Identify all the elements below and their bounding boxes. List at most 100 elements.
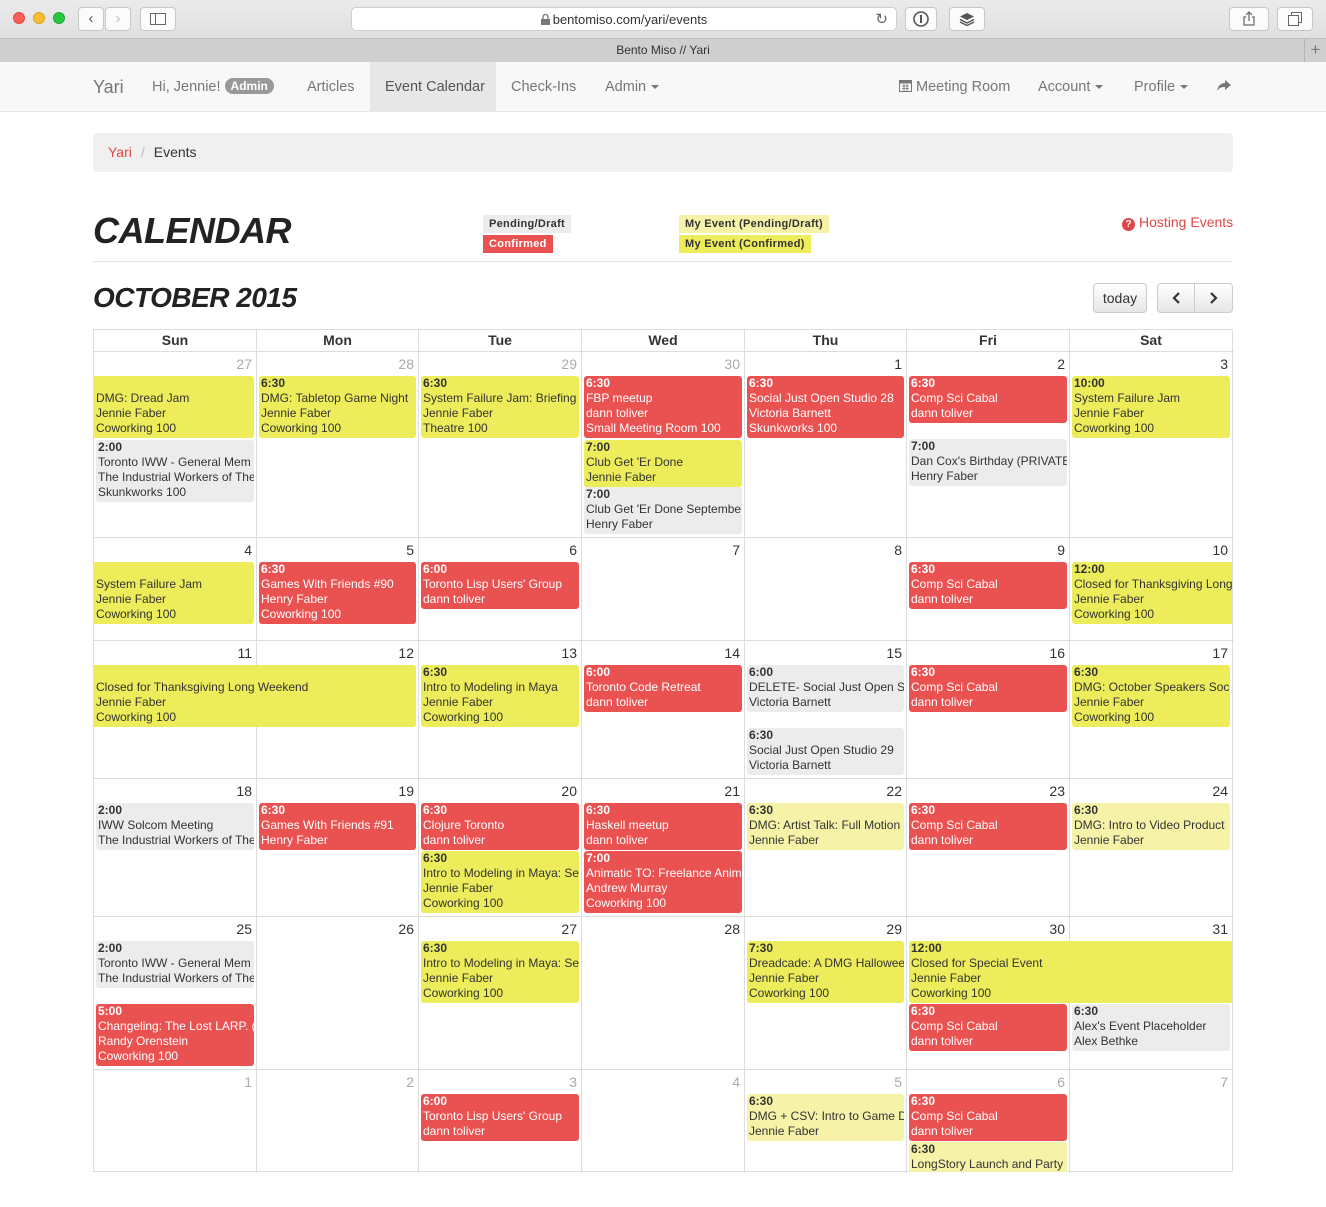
breadcrumb-home[interactable]: Yari (108, 144, 132, 160)
day-number[interactable]: 16 (907, 645, 1065, 661)
calendar-event[interactable]: 6:30 Comp Sci Cabal dann toliver (909, 1094, 1067, 1141)
calendar-event[interactable]: 7:00 Club Get 'Er Done Jennie Faber (584, 440, 742, 487)
tab-title[interactable]: Bento Miso // Yari (616, 43, 710, 57)
day-number[interactable]: 7 (1070, 1074, 1228, 1090)
layers-extension-button[interactable] (949, 7, 985, 31)
day-number[interactable]: 26 (257, 921, 414, 937)
calendar-event[interactable]: 7:30 Dreadcade: A DMG Hallowee Jennie Fabe… (747, 941, 904, 1003)
calendar-event[interactable]: 6:00 Toronto Code Retreat dann toliver (584, 665, 742, 712)
tabs-overview-button[interactable] (1277, 7, 1313, 31)
nav-event-calendar[interactable]: Event Calendar (370, 62, 496, 112)
calendar-event[interactable]: Closed for Thanksgiving Long Weekend Jenn… (94, 665, 416, 727)
calendar-event[interactable]: 6:30 Comp Sci Cabal dann toliver (909, 376, 1067, 423)
calendar-event[interactable]: 6:30 DMG: Artist Talk: Full Motion Jennie … (747, 803, 904, 850)
calendar-event[interactable]: 12:00 Closed for Special Event Jennie Fabe… (909, 941, 1232, 1003)
day-number[interactable]: 27 (419, 921, 577, 937)
calendar-event[interactable]: 6:30 System Failure Jam: Briefing Jennie F… (421, 376, 579, 438)
forward-button[interactable]: › (105, 7, 131, 31)
calendar-event[interactable]: 5:00 Changeling: The Lost LARP. (Randy Or… (96, 1004, 254, 1066)
nav-account-dropdown[interactable]: Account (1038, 62, 1104, 112)
calendar-event[interactable]: 6:30 DMG: Intro to Video Product Jennie Fa… (1072, 803, 1230, 850)
calendar-event[interactable]: 6:00 DELETE- Social Just Open St Victoria … (747, 665, 904, 712)
nav-profile-dropdown[interactable]: Profile (1134, 62, 1189, 112)
brand-link[interactable]: Yari (93, 62, 124, 112)
calendar-event[interactable]: 7:00 Animatic TO: Freelance Anim Andrew Mu… (584, 851, 742, 913)
calendar-event[interactable]: 6:30 DMG: October Speakers Soci Jennie Fab… (1072, 665, 1230, 727)
day-number[interactable]: 2 (257, 1074, 414, 1090)
calendar-event[interactable]: 12:00 Closed for Thanksgiving Long Jennie … (1072, 562, 1232, 624)
zoom-window-button[interactable] (53, 12, 65, 24)
day-number[interactable]: 21 (582, 783, 740, 799)
day-number[interactable]: 30 (582, 356, 740, 372)
day-number[interactable]: 29 (745, 921, 902, 937)
calendar-event[interactable]: 6:30 Games With Friends #90 Henry Faber Cow… (259, 562, 416, 624)
calendar-event[interactable]: 6:30 Haskell meetup dann toliver (584, 803, 742, 850)
day-number[interactable]: 24 (1070, 783, 1228, 799)
password-button[interactable] (905, 7, 937, 31)
calendar-event[interactable]: 2:00 Toronto IWW - General Mem The Industr… (96, 440, 254, 502)
calendar-event[interactable]: 6:30 Clojure Toronto dann toliver (421, 803, 579, 850)
hosting-events-link[interactable]: ? Hosting Events (1122, 214, 1233, 231)
calendar-event[interactable]: 6:00 Toronto Lisp Users' Group dann tolive… (421, 1094, 579, 1141)
calendar-event[interactable]: 6:30 LongStory Launch and Party (909, 1142, 1067, 1172)
day-number[interactable]: 22 (745, 783, 902, 799)
address-bar[interactable]: bentomiso.com/yari/events ↻ (351, 7, 897, 31)
sidebar-toggle-button[interactable] (140, 7, 176, 31)
calendar-event[interactable]: 6:30 Comp Sci Cabal dann toliver (909, 803, 1067, 850)
day-number[interactable]: 18 (94, 783, 252, 799)
day-number[interactable]: 19 (257, 783, 414, 799)
day-number[interactable]: 23 (907, 783, 1065, 799)
day-number[interactable]: 25 (94, 921, 252, 937)
day-number[interactable]: 6 (419, 542, 577, 558)
day-number[interactable]: 28 (257, 356, 414, 372)
day-number[interactable]: 4 (94, 542, 252, 558)
nav-articles[interactable]: Articles (307, 62, 355, 112)
nav-admin-dropdown[interactable]: Admin (605, 62, 660, 112)
calendar-event[interactable]: 6:30 Intro to Modeling in Maya Jennie Fabe… (421, 665, 579, 727)
calendar-event[interactable]: 10:00 System Failure Jam Jennie Faber Cowor… (1072, 376, 1230, 438)
calendar-event[interactable]: 6:30 DMG + CSV: Intro to Game D Jennie Fab… (747, 1094, 904, 1141)
calendar-event[interactable]: 6:30 Social Just Open Studio 29 Victoria B… (747, 728, 904, 775)
calendar-event[interactable]: 6:00 Toronto Lisp Users' Group dann tolive… (421, 562, 579, 609)
back-button[interactable]: ‹ (78, 7, 104, 31)
next-month-button[interactable] (1194, 283, 1233, 313)
calendar-event[interactable]: 6:30 Games With Friends #91 Henry Faber (259, 803, 416, 850)
logout-link[interactable] (1217, 62, 1231, 112)
day-number[interactable]: 13 (419, 645, 577, 661)
day-number[interactable]: 27 (94, 356, 252, 372)
day-number[interactable]: 9 (907, 542, 1065, 558)
day-number[interactable]: 29 (419, 356, 577, 372)
prev-month-button[interactable] (1157, 283, 1195, 313)
calendar-event[interactable]: 6:30 Comp Sci Cabal dann toliver (909, 665, 1067, 712)
day-number[interactable]: 15 (745, 645, 902, 661)
day-number[interactable]: 12 (257, 645, 414, 661)
calendar-event[interactable]: 6:30 DMG: Tabletop Game Night Jennie Faber… (259, 376, 416, 438)
calendar-event[interactable]: 6:30 Alex's Event Placeholder Alex Bethke (1072, 1004, 1230, 1051)
calendar-event[interactable]: 2:00 IWW Solcom Meeting The Industrial Wor… (96, 803, 254, 850)
day-number[interactable]: 5 (257, 542, 414, 558)
calendar-event[interactable]: 2:00 Toronto IWW - General Mem The Industr… (96, 941, 254, 988)
share-button[interactable] (1229, 7, 1269, 31)
day-number[interactable]: 7 (582, 542, 740, 558)
calendar-event[interactable]: 6:30 Intro to Modeling in Maya: Se Jennie … (421, 941, 579, 1003)
day-number[interactable]: 5 (745, 1074, 902, 1090)
day-number[interactable]: 14 (582, 645, 740, 661)
calendar-event[interactable]: DMG: Dread Jam Jennie Faber Coworking 100 (94, 376, 254, 438)
day-number[interactable]: 1 (745, 356, 902, 372)
close-window-button[interactable] (13, 12, 25, 24)
day-number[interactable]: 8 (745, 542, 902, 558)
calendar-event[interactable]: 6:30 Comp Sci Cabal dann toliver (909, 1004, 1067, 1051)
day-number[interactable]: 2 (907, 356, 1065, 372)
reload-icon[interactable]: ↻ (875, 8, 888, 31)
calendar-event[interactable]: 7:00 Dan Cox's Birthday (PRIVATE) Henry Fa… (909, 439, 1067, 486)
new-tab-button[interactable]: + (1304, 39, 1326, 62)
nav-meeting-room[interactable]: Meeting Room (899, 62, 1010, 112)
calendar-event[interactable]: 6:30 Intro to Modeling in Maya: Se Jennie … (421, 851, 579, 913)
calendar-event[interactable]: System Failure Jam Jennie Faber Coworking … (94, 562, 254, 624)
today-button[interactable]: today (1093, 283, 1147, 313)
day-number[interactable]: 20 (419, 783, 577, 799)
minimize-window-button[interactable] (33, 12, 45, 24)
day-number[interactable]: 17 (1070, 645, 1228, 661)
day-number[interactable]: 3 (419, 1074, 577, 1090)
day-number[interactable]: 3 (1070, 356, 1228, 372)
